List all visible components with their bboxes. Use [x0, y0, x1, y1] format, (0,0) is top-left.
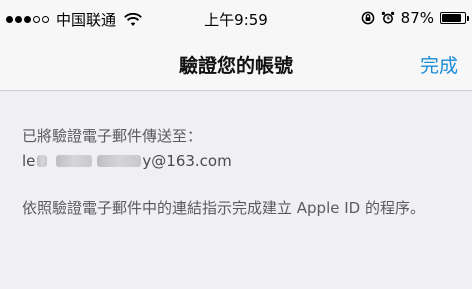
carrier-name: 中国联通 — [56, 11, 117, 29]
sent-to-label: 已將驗證電子郵件傳送至： — [22, 127, 203, 145]
email-address: le y@163.com — [22, 150, 452, 172]
email-visible-end: y@163.com — [142, 152, 232, 170]
battery-fill — [442, 14, 461, 22]
email-visible-start: le — [22, 152, 36, 170]
email-redaction-mask — [56, 155, 93, 167]
instruction-text: 依照驗證電子郵件中的連結指示完成建立 Apple ID 的程序。 — [22, 199, 425, 217]
verification-content: 已將驗證電子郵件傳送至： le y@163.com 依照驗證電子郵件中的連結指示完… — [22, 125, 452, 220]
battery-percent: 87% — [400, 9, 434, 27]
status-bar: 中国联通 上午9:59 87% — [0, 0, 472, 40]
alarm-icon — [381, 11, 394, 24]
status-right: 87% — [361, 9, 469, 27]
page-title: 驗證您的帳號 — [178, 55, 293, 77]
lock-rotation-icon — [361, 11, 375, 25]
navigation-bar: 驗證您的帳號 完成 — [0, 40, 472, 91]
done-button[interactable]: 完成 — [420, 51, 458, 78]
signal-dots-icon — [6, 16, 49, 23]
email-redaction-mask — [37, 155, 48, 167]
wifi-icon — [124, 12, 142, 26]
email-redaction-mask — [97, 155, 142, 167]
status-left: 中国联通 — [6, 9, 142, 30]
battery-icon — [440, 12, 469, 24]
